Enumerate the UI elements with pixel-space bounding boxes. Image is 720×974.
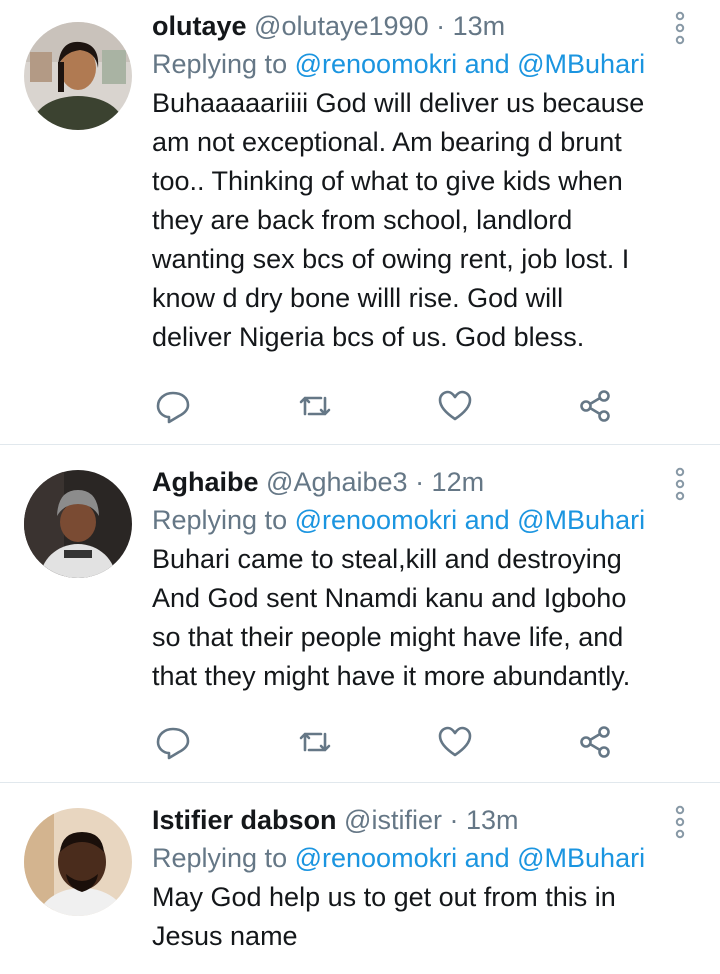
share-icon[interactable]: [577, 724, 613, 760]
display-name[interactable]: olutaye: [152, 11, 247, 41]
text-line: so that their people might have life, an…: [152, 622, 624, 652]
reply-icon[interactable]: [155, 724, 191, 760]
text-line: And God sent Nnamdi kanu and Igboho: [152, 583, 627, 613]
timestamp[interactable]: · 13m: [449, 805, 518, 835]
timestamp[interactable]: · 12m: [415, 467, 484, 497]
replying-prefix: Replying to: [152, 505, 288, 535]
tweet-header: Istifier dabson @istifier · 13m: [152, 800, 519, 840]
replying-prefix: Replying to: [152, 49, 288, 79]
divider: [0, 444, 720, 445]
avatar[interactable]: [24, 808, 132, 916]
like-icon[interactable]: [437, 724, 473, 760]
retweet-icon[interactable]: [297, 724, 333, 760]
share-icon[interactable]: [577, 388, 613, 424]
user-handle[interactable]: @Aghaibe3: [266, 467, 408, 497]
text-line: deliver Nigeria bcs of us. God bless.: [152, 322, 585, 352]
tweet[interactable]: olutaye @olutaye1990 · 13m Replying to @…: [0, 6, 720, 436]
text-line: am not exceptional. Am bearing d brunt: [152, 127, 622, 157]
mentions-link[interactable]: @renoomokri and @MBuhari: [295, 505, 645, 535]
tweet-header: Aghaibe @Aghaibe3 · 12m: [152, 462, 484, 502]
like-icon[interactable]: [437, 388, 473, 424]
reply-icon[interactable]: [155, 388, 191, 424]
divider: [0, 782, 720, 783]
user-handle[interactable]: @olutaye1990: [254, 11, 429, 41]
tweet-actions: [0, 724, 720, 768]
replying-to: Replying to @renoomokri and @MBuhari: [152, 44, 645, 84]
text-line: that they might have it more abundantly.: [152, 661, 631, 691]
text-line: Buhari came to steal,kill and destroying: [152, 544, 622, 574]
timestamp[interactable]: · 13m: [436, 11, 505, 41]
text-line: wanting sex bcs of owing rent, job lost.…: [152, 244, 630, 274]
tweet-actions: [0, 388, 720, 432]
more-icon[interactable]: [668, 802, 692, 842]
more-icon[interactable]: [668, 464, 692, 504]
retweet-icon[interactable]: [297, 388, 333, 424]
replying-to: Replying to @renoomokri and @MBuhari: [152, 838, 645, 878]
more-icon[interactable]: [668, 8, 692, 48]
text-line: know d dry bone willl rise. God will: [152, 283, 564, 313]
tweet[interactable]: Istifier dabson @istifier · 13m Replying…: [0, 800, 720, 974]
user-handle[interactable]: @istifier: [344, 805, 442, 835]
avatar[interactable]: [24, 470, 132, 578]
mentions-link[interactable]: @renoomokri and @MBuhari: [295, 49, 645, 79]
text-line: too.. Thinking of what to give kids when: [152, 166, 623, 196]
mentions-link[interactable]: @renoomokri and @MBuhari: [295, 843, 645, 873]
display-name[interactable]: Istifier dabson: [152, 805, 337, 835]
text-line: they are back from school, landlord: [152, 205, 573, 235]
text-line: Jesus name: [152, 921, 298, 951]
tweet-text: Buhaaaaariiii God will deliver us becaus…: [152, 84, 708, 357]
avatar[interactable]: [24, 22, 132, 130]
replying-prefix: Replying to: [152, 843, 288, 873]
tweet-header: olutaye @olutaye1990 · 13m: [152, 6, 505, 46]
display-name[interactable]: Aghaibe: [152, 467, 259, 497]
text-line: May God help us to get out from this in: [152, 882, 616, 912]
tweet-text: Buhari came to steal,kill and destroying…: [152, 540, 708, 696]
tweet[interactable]: Aghaibe @Aghaibe3 · 12m Replying to @ren…: [0, 462, 720, 772]
text-line: Buhaaaaariiii God will deliver us becaus…: [152, 88, 645, 118]
replying-to: Replying to @renoomokri and @MBuhari: [152, 500, 645, 540]
tweet-text: May God help us to get out from this in …: [152, 878, 708, 956]
